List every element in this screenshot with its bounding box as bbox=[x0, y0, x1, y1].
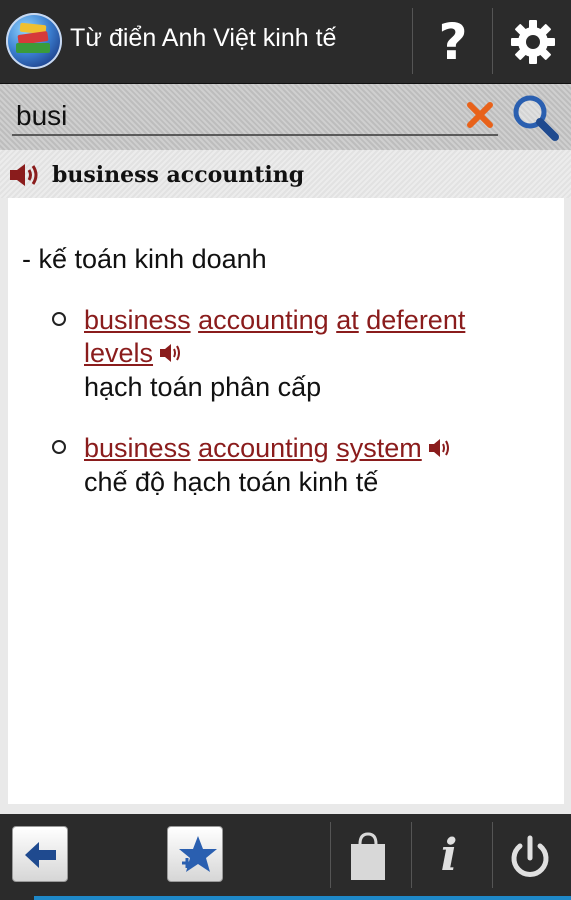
back-button[interactable] bbox=[12, 826, 68, 882]
title-bar: Từ điển Anh Việt kinh tế ? bbox=[0, 0, 571, 84]
divider bbox=[411, 822, 412, 888]
add-favorite-star-icon bbox=[179, 836, 217, 872]
example-word-link[interactable]: deferent bbox=[366, 305, 465, 335]
example-translation: hạch toán phân cấp bbox=[84, 372, 322, 403]
bullet bbox=[52, 312, 66, 326]
example-item: business accounting at deferent levels h… bbox=[52, 304, 532, 404]
shopping-bag-icon bbox=[351, 832, 385, 880]
question-mark-icon: ? bbox=[438, 13, 468, 71]
clear-search-button[interactable] bbox=[465, 100, 495, 130]
example-word-link[interactable]: accounting bbox=[198, 433, 329, 463]
divider bbox=[412, 8, 413, 74]
divider bbox=[492, 822, 493, 888]
speaker-icon[interactable] bbox=[428, 433, 452, 466]
help-button[interactable]: ? bbox=[416, 0, 490, 84]
example-item: business accounting system chế độ hạch t… bbox=[52, 432, 532, 502]
magnifier-icon bbox=[513, 95, 559, 141]
info-icon: i bbox=[440, 830, 458, 881]
dictionary-books-icon bbox=[6, 13, 62, 69]
example-word-link[interactable]: accounting bbox=[198, 305, 329, 335]
info-button[interactable]: i bbox=[414, 822, 484, 892]
bottom-toolbar: i bbox=[0, 814, 571, 900]
example-translation: chế độ hạch toán kinh tế bbox=[84, 467, 379, 498]
example-word-link[interactable]: levels bbox=[84, 338, 153, 368]
definition-panel: - kế toán kinh doanh business accounting… bbox=[8, 198, 564, 804]
settings-button[interactable] bbox=[496, 0, 570, 84]
bullet bbox=[52, 440, 66, 454]
meaning-text: - kế toán kinh doanh bbox=[22, 244, 267, 274]
divider bbox=[330, 822, 331, 888]
search-input[interactable] bbox=[12, 98, 498, 136]
entry-header: business accounting bbox=[0, 150, 571, 198]
gear-icon bbox=[511, 20, 555, 64]
example-word-link[interactable]: business bbox=[84, 305, 191, 335]
power-button[interactable] bbox=[495, 822, 565, 892]
example-word-link[interactable]: at bbox=[336, 305, 359, 335]
store-button[interactable] bbox=[333, 822, 403, 892]
example-word-link[interactable]: system bbox=[336, 433, 422, 463]
search-button[interactable] bbox=[510, 92, 560, 142]
app-title: Từ điển Anh Việt kinh tế bbox=[70, 24, 337, 52]
clear-x-icon bbox=[467, 102, 493, 128]
power-icon bbox=[511, 835, 549, 877]
add-favorite-button[interactable] bbox=[167, 826, 223, 882]
example-word-link[interactable]: business bbox=[84, 433, 191, 463]
speaker-icon[interactable] bbox=[8, 162, 42, 192]
back-arrow-icon bbox=[25, 842, 56, 868]
entry-word: business accounting bbox=[52, 162, 305, 188]
accent-bar bbox=[34, 896, 571, 900]
divider bbox=[492, 8, 493, 74]
speaker-icon[interactable] bbox=[159, 338, 183, 371]
